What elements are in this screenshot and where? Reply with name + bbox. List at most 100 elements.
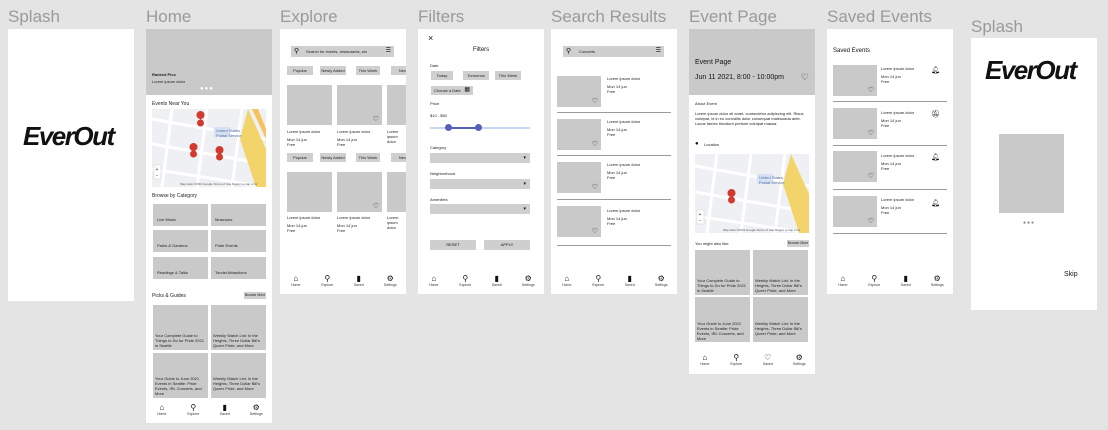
heart-icon[interactable]: ♡ [592,228,598,235]
nav-home[interactable]: ⌂ Home [555,274,579,288]
guide-card[interactable]: Weekly Watch List: In the Heights, Three… [753,250,808,295]
nav-saved[interactable]: ▮ Saved [618,274,642,288]
heart-icon[interactable]: ♡ [801,72,809,83]
saved-image[interactable]: ♡ [833,108,877,139]
guide-card[interactable]: Your Guide to June 2021 Events in Seattl… [153,353,208,398]
bell-icon[interactable]: 🔔︎ [931,153,940,161]
category-select[interactable]: ▾ [430,153,530,163]
heart-icon[interactable]: ♡ [868,130,874,137]
amenities-select[interactable]: ▾ [430,204,530,214]
guide-card[interactable]: Your Complete Guide to Things to Do for … [695,250,750,295]
chip-tomorrow[interactable]: Tomorrow [463,71,489,80]
browse-more-button[interactable]: Browse More [787,240,809,247]
chip-newly-added[interactable]: Newly Added [320,66,346,75]
heart-icon[interactable]: ♡ [373,203,379,210]
nav-settings[interactable]: ⚙ Settings [516,274,540,288]
category-tile-museums[interactable]: Museums [211,204,266,226]
nav-explore[interactable]: ⚲ Explore [586,274,610,288]
nav-settings[interactable]: ⚙ Settings [787,353,811,367]
result-image[interactable]: ♡ [557,206,601,237]
chip-today[interactable]: Today [431,71,453,80]
nav-saved[interactable]: ▮ Saved [213,403,237,417]
price-slider-max-handle[interactable] [475,124,482,131]
guide-card[interactable]: Your Guide to June 2021 Events in Seattl… [695,297,750,342]
nav-settings[interactable]: ⚙ Settings [378,274,402,288]
heart-icon[interactable]: ♡ [373,116,379,123]
bell-icon[interactable]: 🔔︎ [931,66,940,74]
heart-icon[interactable]: ♡ [592,141,598,148]
reset-button[interactable]: RESET [430,240,476,250]
carousel-dots[interactable]: ●●● [200,86,214,92]
events-map[interactable]: United States Postal Service + − Map dat… [152,109,266,187]
carousel-dots[interactable]: ●●● [1023,220,1035,226]
chip-this-week[interactable]: This Week [356,153,380,162]
filter-icon[interactable]: ☰ [656,47,661,54]
nav-saved[interactable]: ▮ Saved [485,274,509,288]
neighborhood-select[interactable]: ▾ [430,179,530,189]
guide-card[interactable]: Weekly Watch List: In the Heights, Three… [211,353,266,398]
browse-more-button[interactable]: Browse More [244,292,266,299]
event-card-image[interactable]: ♡ [337,85,382,125]
event-map[interactable]: United States Postal Service + − Map dat… [695,154,809,233]
chip-this-week[interactable]: This Week [356,66,380,75]
heart-icon[interactable]: ♡ [868,173,874,180]
frame-label-filters: Filters [418,7,465,26]
choose-date-button[interactable]: Choose a Date ▦ [431,86,473,95]
bell-off-icon[interactable]: 🔕︎ [931,110,940,118]
skip-button[interactable]: Skip [1064,271,1078,278]
bell-icon[interactable]: 🔔︎ [931,199,940,207]
nav-explore[interactable]: ⚲ Explore [181,403,205,417]
close-icon[interactable]: × [428,33,433,43]
heart-icon[interactable]: ♡ [592,184,598,191]
nav-settings[interactable]: ⚙ Settings [244,403,268,417]
search-input[interactable]: ⚲ Concerts ☰ [563,46,664,57]
guide-card[interactable]: Weekly Watch List: In the Heights, Three… [211,305,266,350]
heart-icon[interactable]: ♡ [868,218,874,225]
guide-card[interactable]: Your Complete Guide to Things to Do for … [153,305,208,350]
nav-home[interactable]: ⌂ Home [422,274,446,288]
event-card-image[interactable] [287,172,332,212]
nav-explore[interactable]: ⚲ Explore [453,274,477,288]
nav-explore[interactable]: ⚲ Explore [862,274,886,288]
nav-saved[interactable]: ▮ Saved [347,274,371,288]
heart-icon[interactable]: ♡ [592,98,598,105]
saved-image[interactable]: ♡ [833,151,877,182]
home-hero[interactable]: Ranked Pics Lorem ipsum dolor ●●● [146,29,272,95]
nav-home[interactable]: ⌂ Home [831,274,855,288]
result-image[interactable]: ♡ [557,162,601,193]
chip-this-week[interactable]: This Week [495,71,521,80]
category-tile-pride-events[interactable]: Pride Events [211,230,266,252]
event-card-image[interactable] [287,85,332,125]
heart-icon[interactable]: ♡ [868,87,874,94]
chip-next[interactable]: Next [391,66,406,75]
chip-popular[interactable]: Popular [287,66,313,75]
search-input[interactable]: ⚲ Search for events, restaurants, etc ☰ [291,46,394,57]
nav-home[interactable]: ⌂ Home [284,274,308,288]
nav-explore[interactable]: ⚲ Explore [315,274,339,288]
nav-settings[interactable]: ⚙ Settings [925,274,949,288]
saved-image[interactable]: ♡ [833,196,877,227]
category-tile-tourist[interactable]: Tourist Attractions [211,257,266,279]
saved-image[interactable]: ♡ [833,65,877,96]
price-slider-min-handle[interactable] [445,124,452,131]
guide-card[interactable]: Weekly Watch List: In the Heights, Three… [753,297,808,342]
event-card-image[interactable] [387,85,406,125]
chip-newly-added[interactable]: Newly Added [320,153,346,162]
category-tile-live-music[interactable]: Live Music [153,204,208,226]
nav-saved[interactable]: ▮ Saved [894,274,918,288]
event-card-image[interactable] [387,172,406,212]
nav-home[interactable]: ⌂ Home [693,353,717,367]
category-tile-readings[interactable]: Readings & Talks [153,257,208,279]
nav-settings[interactable]: ⚙ Settings [649,274,673,288]
category-tile-parks[interactable]: Parks & Gardens [153,230,208,252]
filter-icon[interactable]: ☰ [386,47,391,54]
nav-saved[interactable]: ♡ Saved [756,353,780,367]
apply-button[interactable]: APPLY [484,240,530,250]
chip-popular[interactable]: Popular [287,153,313,162]
nav-home[interactable]: ⌂ Home [150,403,174,417]
result-image[interactable]: ♡ [557,119,601,150]
chip-next[interactable]: Next [391,153,406,162]
event-card-image[interactable]: ♡ [337,172,382,212]
result-image[interactable]: ♡ [557,76,601,107]
nav-explore[interactable]: ⚲ Explore [724,353,748,367]
